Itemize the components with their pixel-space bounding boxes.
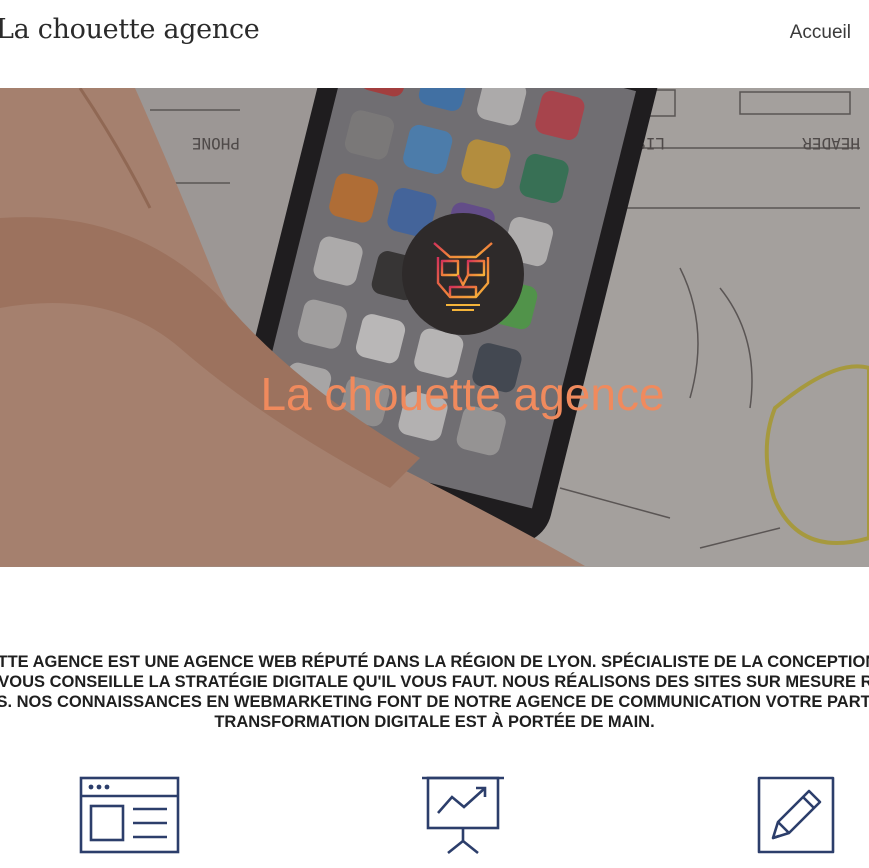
intro-line: à vos besoins. Nos connaissances en webm…: [0, 693, 869, 711]
owl-logo-icon: [402, 213, 524, 335]
presentation-chart-icon: [422, 776, 504, 855]
pencil-edit-icon: [757, 776, 835, 854]
intro-line: Transformation digitale est à portée de …: [214, 713, 655, 731]
page: La chouette agence Accueil HEADER PHONE …: [0, 0, 869, 868]
site-header: La chouette agence Accueil: [0, 0, 869, 88]
hero-banner: LISTS HEADER PHONE: [0, 88, 869, 567]
intro-line: La chouette agence est une agence web ré…: [0, 653, 869, 671]
intro-line: web, elle vous conseille la stratégie di…: [0, 673, 869, 691]
nav-link-accueil[interactable]: Accueil: [790, 22, 851, 44]
web-page-layout-icon: [79, 776, 180, 854]
intro-paragraph: La chouette agence est une agence web ré…: [0, 652, 869, 732]
brand-logo-text[interactable]: La chouette agence: [0, 14, 260, 45]
hero-title: La chouette agence: [260, 368, 665, 420]
